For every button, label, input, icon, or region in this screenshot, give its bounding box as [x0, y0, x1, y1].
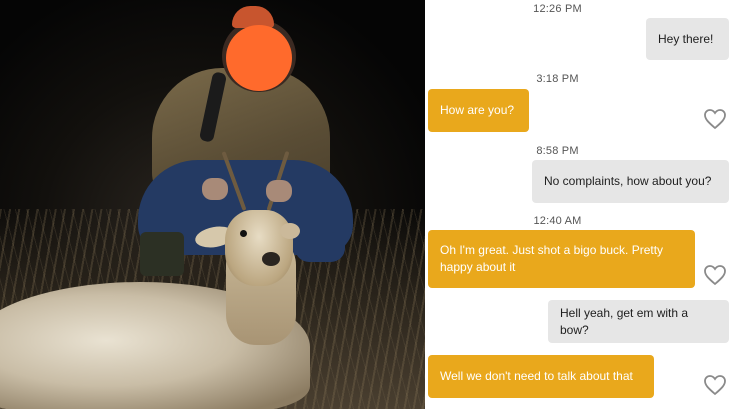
- message-timestamp: 12:40 AM: [533, 215, 582, 227]
- message-timestamp: 3:18 PM: [536, 73, 579, 85]
- photo-hand: [202, 178, 228, 200]
- message-text: No complaints, how about you?: [544, 174, 712, 188]
- photo-hand: [266, 180, 292, 202]
- photo-boot: [140, 232, 184, 276]
- message-text: How are you?: [440, 103, 515, 117]
- message-bubble-outgoing[interactable]: Hell yeah, get em with a bow?: [548, 300, 729, 343]
- message-text: Hell yeah, get em with a bow?: [560, 305, 689, 337]
- chat-thread[interactable]: 12:26 PM Hey there! 3:18 PM How are you?…: [425, 0, 729, 409]
- heart-outline-icon[interactable]: [703, 264, 727, 286]
- message-bubble-outgoing[interactable]: Hey there!: [646, 18, 729, 60]
- photo-deer-head: [225, 210, 293, 286]
- message-bubble-incoming[interactable]: Well we don't need to talk about that: [428, 355, 654, 398]
- heart-outline-icon[interactable]: [703, 108, 727, 130]
- photo-deer-nose: [262, 252, 280, 266]
- face-censor-circle: [226, 25, 292, 91]
- photo-deer-eye: [240, 230, 247, 237]
- message-text: Oh I'm great. Just shot a bigo buck. Pre…: [440, 243, 664, 274]
- heart-outline-icon[interactable]: [703, 374, 727, 396]
- message-timestamp: 12:26 PM: [533, 3, 582, 15]
- message-bubble-incoming[interactable]: Oh I'm great. Just shot a bigo buck. Pre…: [428, 230, 695, 288]
- message-bubble-outgoing[interactable]: No complaints, how about you?: [532, 160, 729, 203]
- photo-deer-ear: [280, 223, 300, 239]
- message-bubble-incoming[interactable]: How are you?: [428, 89, 529, 132]
- message-text: Well we don't need to talk about that: [440, 369, 633, 383]
- message-text: Hey there!: [658, 31, 714, 46]
- photo-knee: [295, 232, 345, 262]
- message-timestamp: 8:58 PM: [536, 145, 579, 157]
- shared-photo[interactable]: [0, 0, 425, 409]
